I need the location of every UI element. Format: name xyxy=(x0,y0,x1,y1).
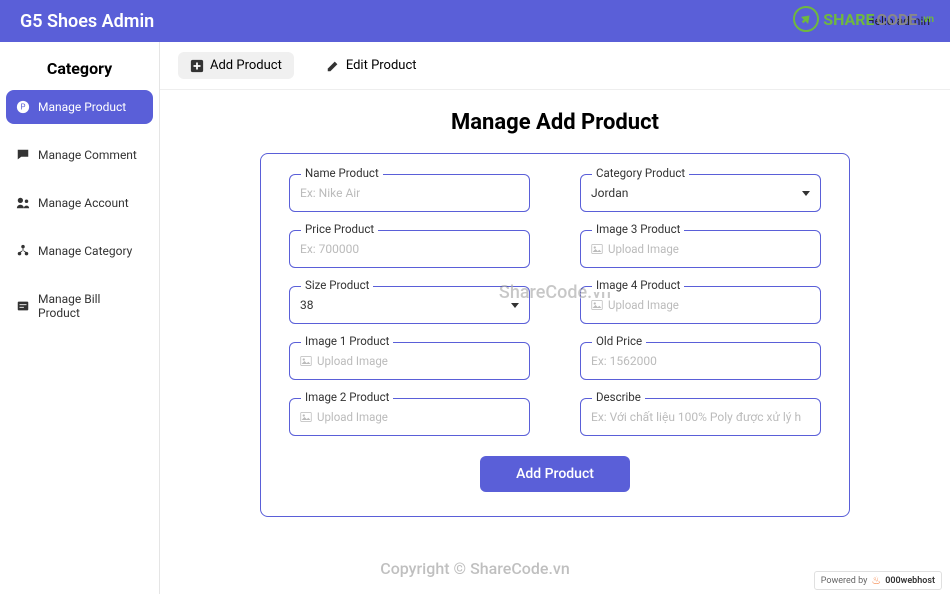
add-product-button[interactable]: Add Product xyxy=(480,456,630,492)
field-name-product: Name Product xyxy=(289,174,530,212)
field-old-price: Old Price xyxy=(580,342,821,380)
sidebar-item-manage-bill[interactable]: Manage Bill Product xyxy=(6,282,153,330)
name-product-input[interactable] xyxy=(300,186,519,200)
price-product-input[interactable] xyxy=(300,242,519,256)
old-price-input[interactable] xyxy=(591,354,810,368)
field-label: Image 3 Product xyxy=(592,222,684,236)
sidebar-item-manage-account[interactable]: Manage Account xyxy=(6,186,153,220)
field-price-product: Price Product xyxy=(289,230,530,268)
logo-vn: .vn xyxy=(920,14,934,25)
field-label: Category Product xyxy=(592,166,689,180)
powered-prefix: Powered by xyxy=(821,576,868,586)
tab-edit-product[interactable]: Edit Product xyxy=(314,52,429,79)
tab-label: Edit Product xyxy=(346,58,417,73)
bill-icon xyxy=(16,299,30,313)
comment-icon xyxy=(16,148,30,162)
sidebar-item-label: Manage Product xyxy=(38,100,126,114)
page-title: Manage Add Product xyxy=(160,110,950,135)
sidebar-items: P Manage Product Manage Comment Manage A… xyxy=(0,90,159,330)
image-icon xyxy=(591,299,603,311)
sidebar-item-manage-comment[interactable]: Manage Comment xyxy=(6,138,153,172)
account-icon xyxy=(16,196,30,210)
field-image1-product: Image 1 Product Upload Image xyxy=(289,342,530,380)
field-label: Size Product xyxy=(301,278,373,292)
tab-add-product[interactable]: Add Product xyxy=(178,52,294,79)
powered-by-badge[interactable]: Powered by ♨ 000webhost xyxy=(814,571,942,590)
sidebar: Category P Manage Product Manage Comment… xyxy=(0,42,160,594)
size-product-select[interactable]: 38 xyxy=(300,298,505,312)
product-form-card: Name Product Category Product Jordan Pri… xyxy=(260,153,850,517)
sidebar-heading: Category xyxy=(0,47,159,90)
field-image3-product: Image 3 Product Upload Image xyxy=(580,230,821,268)
edit-icon xyxy=(326,59,340,73)
product-icon: P xyxy=(16,100,30,114)
tabs: Add Product Edit Product xyxy=(160,42,950,90)
flame-icon: ♨ xyxy=(871,574,881,587)
field-label: Image 1 Product xyxy=(301,334,393,348)
field-label: Old Price xyxy=(592,334,646,348)
category-icon xyxy=(16,244,30,258)
logo-circle-icon xyxy=(793,6,819,32)
category-product-select[interactable]: Jordan xyxy=(591,186,796,200)
sidebar-item-label: Manage Bill Product xyxy=(38,292,143,320)
field-size-product: Size Product 38 xyxy=(289,286,530,324)
sidebar-item-manage-category[interactable]: Manage Category xyxy=(6,234,153,268)
field-category-product: Category Product Jordan xyxy=(580,174,821,212)
field-label: Describe xyxy=(592,390,645,404)
describe-input[interactable] xyxy=(591,410,810,424)
field-image2-product: Image 2 Product Upload Image xyxy=(289,398,530,436)
svg-text:P: P xyxy=(21,103,26,112)
tab-label: Add Product xyxy=(210,58,282,73)
field-label: Price Product xyxy=(301,222,378,236)
sharecode-logo: SHARECODE.vn xyxy=(793,6,934,32)
powered-host: 000webhost xyxy=(885,576,935,586)
image-icon xyxy=(591,243,603,255)
sidebar-item-label: Manage Comment xyxy=(38,148,137,162)
submit-row: Add Product xyxy=(289,456,821,492)
field-label: Name Product xyxy=(301,166,383,180)
main-content: Add Product Edit Product Manage Add Prod… xyxy=(160,42,950,594)
image-icon xyxy=(300,355,312,367)
sidebar-item-label: Manage Category xyxy=(38,244,132,258)
field-image4-product: Image 4 Product Upload Image xyxy=(580,286,821,324)
field-label: Image 4 Product xyxy=(592,278,684,292)
app-title: G5 Shoes Admin xyxy=(20,11,154,32)
form-grid: Name Product Category Product Jordan Pri… xyxy=(289,174,821,436)
sidebar-item-manage-product[interactable]: P Manage Product xyxy=(6,90,153,124)
field-describe: Describe xyxy=(580,398,821,436)
field-label: Image 2 Product xyxy=(301,390,393,404)
logo-code: CODE xyxy=(877,10,918,29)
logo-share: SHARE xyxy=(823,10,874,29)
sidebar-item-label: Manage Account xyxy=(38,196,129,210)
image-icon xyxy=(300,411,312,423)
plus-square-icon xyxy=(190,59,204,73)
